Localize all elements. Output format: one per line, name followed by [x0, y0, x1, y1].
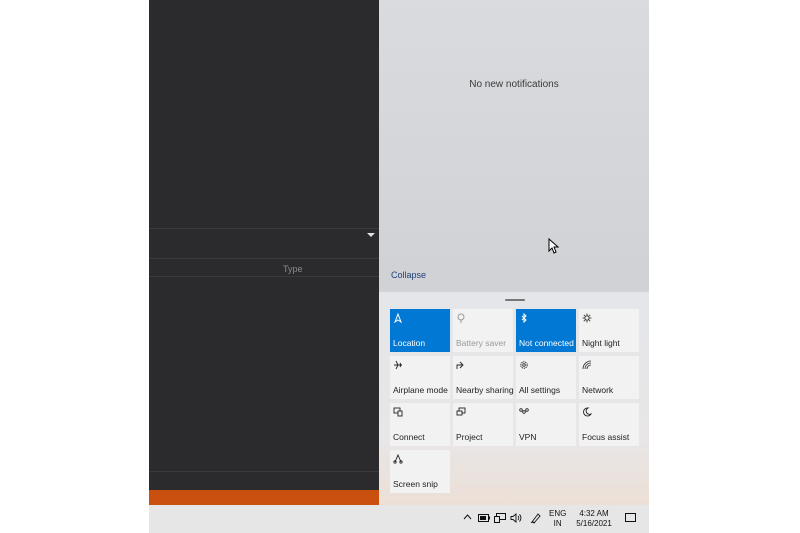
divider — [149, 258, 379, 259]
drag-handle[interactable] — [505, 299, 525, 301]
quick-action-network[interactable]: Network — [579, 356, 639, 399]
project-icon — [456, 407, 466, 417]
quick-action-screen-snip[interactable]: Screen snip — [390, 450, 450, 493]
bluetooth-icon — [519, 312, 529, 324]
divider — [149, 471, 379, 472]
quick-action-label: Not connected — [519, 338, 574, 348]
network-tray-icon[interactable] — [494, 513, 506, 525]
quick-action-label: Screen snip — [393, 479, 438, 489]
airplane-icon — [393, 360, 403, 370]
language-code: ENG — [549, 509, 567, 518]
moon-icon — [582, 407, 593, 417]
gear-icon — [519, 360, 529, 370]
quick-action-all-settings[interactable]: All settings — [516, 356, 576, 399]
quick-action-label: Night light — [582, 338, 620, 348]
collapse-link[interactable]: Collapse — [391, 270, 426, 280]
divider — [149, 276, 379, 277]
dropdown-caret-icon[interactable] — [367, 233, 375, 237]
clock[interactable]: 4:32 AM 5/16/2021 — [574, 509, 614, 529]
show-hidden-icons-chevron-icon[interactable] — [463, 513, 472, 523]
action-center-panel: No new notifications Collapse Location B… — [379, 0, 649, 505]
volume-icon[interactable] — [510, 513, 522, 525]
battery-icon[interactable] — [478, 514, 490, 524]
screen-snip-icon — [393, 453, 403, 464]
quick-action-label: Network — [582, 385, 614, 395]
language-indicator[interactable]: ENG IN — [549, 509, 566, 529]
quick-action-nearby-sharing[interactable]: Nearby sharing — [453, 356, 514, 399]
divider — [149, 228, 379, 229]
quick-action-airplane-mode[interactable]: Airplane mode — [390, 356, 450, 399]
quick-action-label: Location — [393, 338, 426, 348]
action-center-notification-icon[interactable] — [625, 513, 636, 522]
quick-action-battery-saver[interactable]: Battery saver — [453, 309, 513, 352]
quick-action-label: Battery saver — [456, 338, 507, 348]
quick-action-label: Project — [456, 432, 483, 442]
quick-action-label: All settings — [519, 385, 561, 395]
status-bar — [149, 490, 379, 505]
location-icon — [393, 312, 403, 324]
pen-ink-workspace-icon[interactable] — [530, 512, 542, 526]
quick-action-vpn[interactable]: VPN — [516, 403, 576, 446]
background-app-window: Type — [149, 0, 379, 505]
quick-action-label: VPN — [519, 432, 537, 442]
quick-action-project[interactable]: Project — [453, 403, 513, 446]
quick-action-label: Airplane mode — [393, 385, 448, 395]
clock-date: 5/16/2021 — [576, 519, 612, 528]
taskbar: ENG IN 4:32 AM 5/16/2021 — [149, 505, 649, 533]
quick-action-label: Connect — [393, 432, 425, 442]
quick-action-label: Focus assist — [582, 432, 630, 442]
quick-action-location[interactable]: Location — [390, 309, 450, 352]
quick-action-bluetooth[interactable]: Not connected — [516, 309, 576, 352]
night-light-icon — [582, 313, 592, 323]
connect-icon — [393, 407, 403, 417]
quick-action-connect[interactable]: Connect — [390, 403, 450, 446]
quick-action-label: Nearby sharing — [456, 385, 514, 395]
clock-time: 4:32 AM — [579, 509, 609, 518]
network-icon — [582, 360, 592, 370]
column-header-type[interactable]: Type — [283, 264, 303, 274]
quick-actions-panel: Location Battery saver Not connected Nig… — [379, 292, 649, 505]
quick-action-night-light[interactable]: Night light — [579, 309, 639, 352]
language-region: IN — [553, 519, 562, 528]
battery-saver-icon — [456, 313, 466, 323]
vpn-icon — [519, 407, 529, 417]
nearby-sharing-icon — [456, 360, 466, 370]
mouse-cursor-icon — [548, 238, 560, 254]
no-notifications-message: No new notifications — [469, 79, 559, 90]
quick-action-focus-assist[interactable]: Focus assist — [579, 403, 639, 446]
